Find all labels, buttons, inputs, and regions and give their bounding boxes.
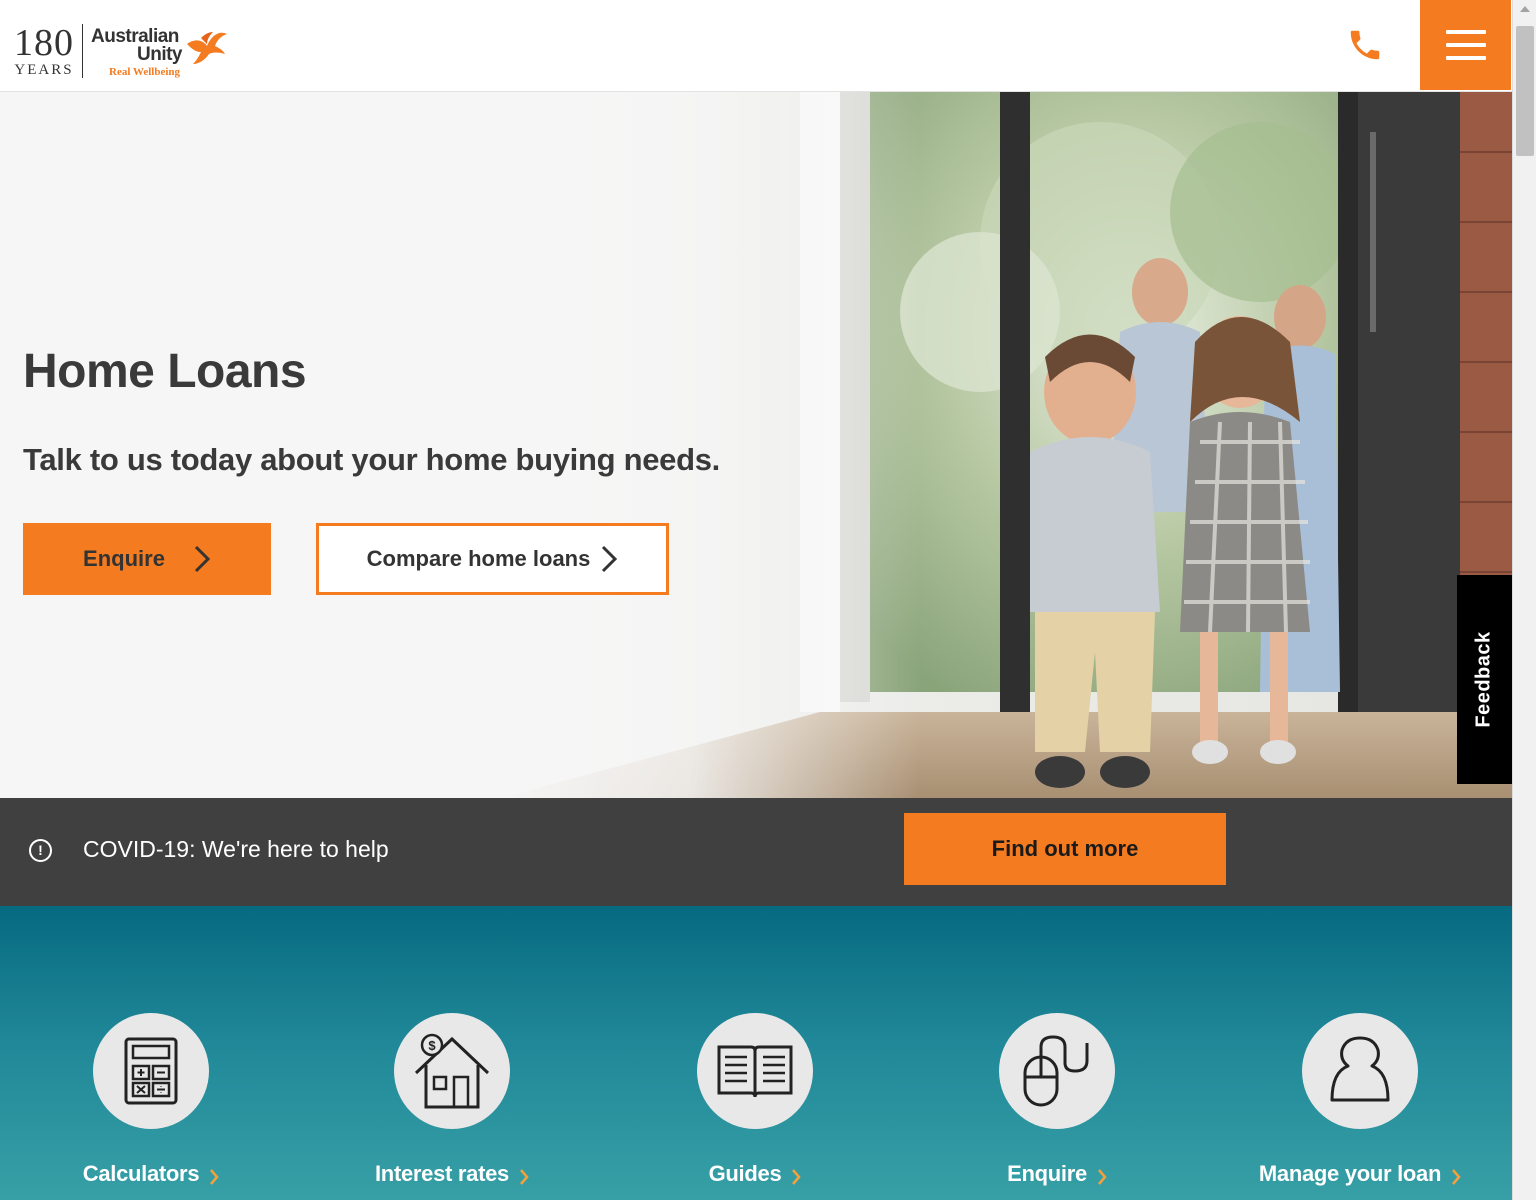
tile-label: Manage your loan [1258,1161,1442,1186]
calculator-icon [124,1037,178,1105]
enquire-button-label: Enquire [83,546,165,571]
chevron-right-icon [520,1169,529,1185]
chevron-right-icon [194,545,211,573]
site-header: 180 YEARS Australian Unity Real Wellbein… [0,0,1512,92]
page-title: Home Loans [23,345,307,398]
anniversary-badge: 180 YEARS [14,24,74,78]
hero-banner: Home Loans Talk to us today about your h… [0,92,1512,798]
logo-divider [82,24,83,78]
brand-line2: Unity [137,44,183,65]
covid-notice-bar: ! COVID-19: We're here to help Find out … [0,798,1512,906]
find-out-more-button[interactable]: Find out more [904,813,1226,885]
scrollbar-thumb[interactable] [1516,26,1534,156]
compare-home-loans-button[interactable]: Compare home loans [316,523,669,595]
australian-unity-logo: Australian Unity Real Wellbeing [91,24,231,80]
computer-mouse-icon [1023,1035,1089,1107]
brand-tagline: Real Wellbeing [109,66,180,78]
svg-text:$: $ [428,1038,436,1053]
tile-guides[interactable]: Guides [635,1013,875,1187]
tile-label: Guides [708,1161,782,1186]
tile-label: Interest rates [375,1161,509,1186]
chevron-right-icon [602,545,618,573]
tile-label: Enquire [1007,1161,1087,1186]
feedback-label: Feedback [1473,631,1496,728]
tile-interest-rates[interactable]: $ Interest rates [332,1013,572,1187]
tile-enquire[interactable]: Enquire [937,1013,1177,1187]
open-book-icon [717,1045,793,1098]
tile-label: Calculators [82,1161,200,1186]
tile-manage-your-loan[interactable]: Manage your loan [1240,1013,1480,1187]
scroll-up-arrow-icon[interactable] [1520,6,1530,12]
chevron-right-icon [1097,1169,1107,1185]
anniversary-number: 180 [14,22,74,64]
info-alert-icon: ! [29,839,52,862]
chevron-right-icon [1452,1169,1461,1185]
page-scrollbar[interactable] [1512,0,1536,1200]
chevron-right-icon [792,1169,802,1185]
covid-notice-text: COVID-19: We're here to help [83,836,389,862]
compare-button-label: Compare home loans [366,546,591,571]
brand-logo[interactable]: 180 YEARS Australian Unity Real Wellbein… [14,24,231,80]
hamburger-menu-icon [1445,30,1486,34]
house-dollar-icon: $ [414,1033,490,1109]
anniversary-word: YEARS [14,62,74,78]
user-icon [1330,1036,1390,1102]
phone-icon [1350,30,1380,60]
tile-calculators[interactable]: Calculators [31,1013,271,1187]
phone-button[interactable] [1346,26,1386,66]
enquire-button[interactable]: Enquire [23,523,271,595]
find-out-more-label: Find out more [991,836,1139,861]
hero-subtitle: Talk to us today about your home buying … [23,442,720,477]
chevron-right-icon [210,1169,219,1185]
feedback-tab[interactable]: Feedback [1457,575,1512,784]
quick-links-section: Calculators $ Interest rates Guides Enqu… [0,906,1512,1200]
menu-button[interactable] [1420,0,1511,90]
bird-logo-icon [187,32,227,64]
